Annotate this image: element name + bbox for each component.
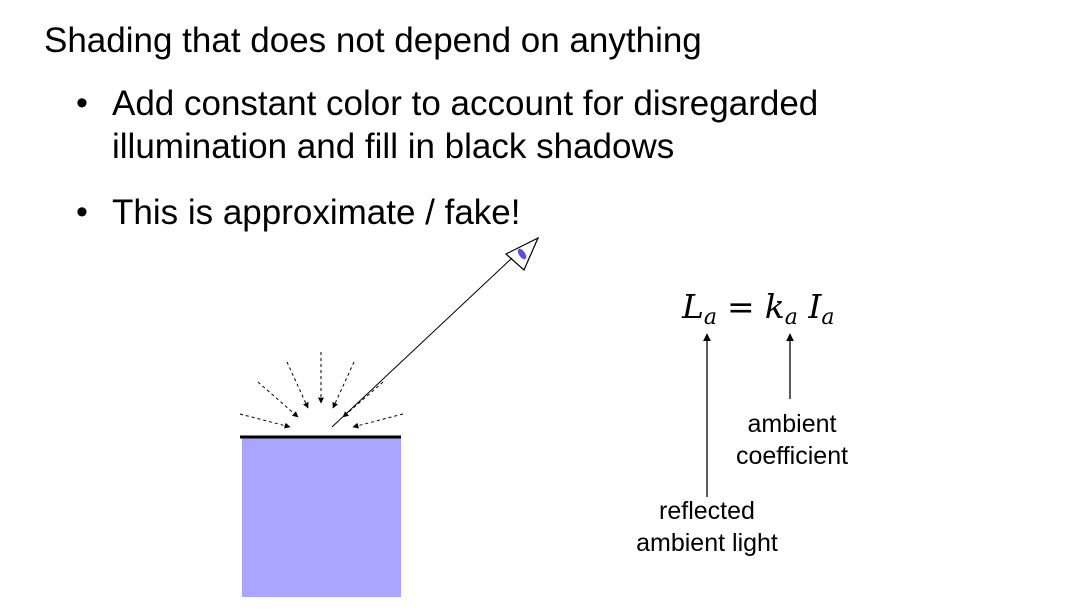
ambient-diagram <box>239 236 794 597</box>
eq-operator: = <box>727 287 755 326</box>
eye-icon <box>504 236 540 271</box>
label-line: reflected <box>659 497 755 525</box>
eq-k-sub: a <box>784 305 798 330</box>
eq-lhs-sub: a <box>703 305 718 330</box>
reflected-ambient-light-label: reflected ambient light <box>612 495 802 559</box>
eq-lhs: L <box>682 287 704 326</box>
ambient-ray <box>332 361 355 409</box>
ambient-equation: La = ka Ia <box>682 285 835 340</box>
eq-i-sub: a <box>821 305 835 330</box>
label-line: coefficient <box>735 442 849 470</box>
ambient-ray <box>342 381 384 418</box>
surface-block <box>242 437 401 597</box>
ambient-ray <box>352 413 404 429</box>
eq-k: k <box>764 287 785 326</box>
ambient-coefficient-label: ambient coefficient <box>716 408 868 472</box>
label-line: ambient light <box>636 529 778 557</box>
reflected-ray <box>331 257 513 428</box>
ambient-ray <box>286 361 309 409</box>
label-line: ambient <box>747 410 837 438</box>
ambient-ray <box>257 381 299 418</box>
eq-i: I <box>808 287 822 326</box>
ambient-ray <box>239 413 291 429</box>
ambient-rays <box>239 352 404 429</box>
